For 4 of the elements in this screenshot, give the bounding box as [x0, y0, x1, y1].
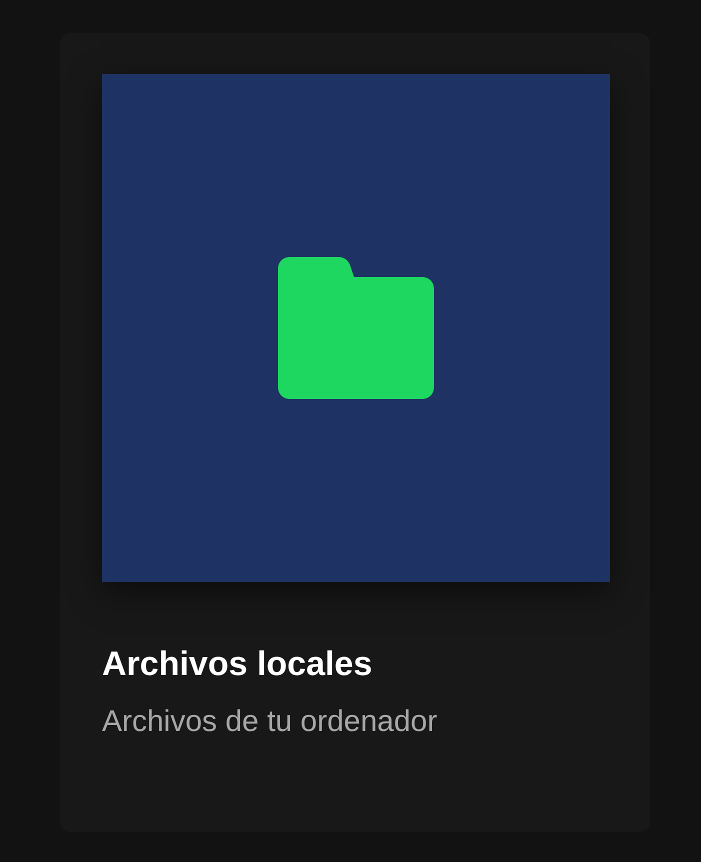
- card-title: Archivos locales: [102, 644, 374, 684]
- folder-icon: [278, 257, 434, 399]
- card-background[interactable]: Archivos locales Archivos de tu ordenador: [60, 33, 650, 832]
- card-subtitle: Archivos de tu ordenador: [102, 704, 438, 740]
